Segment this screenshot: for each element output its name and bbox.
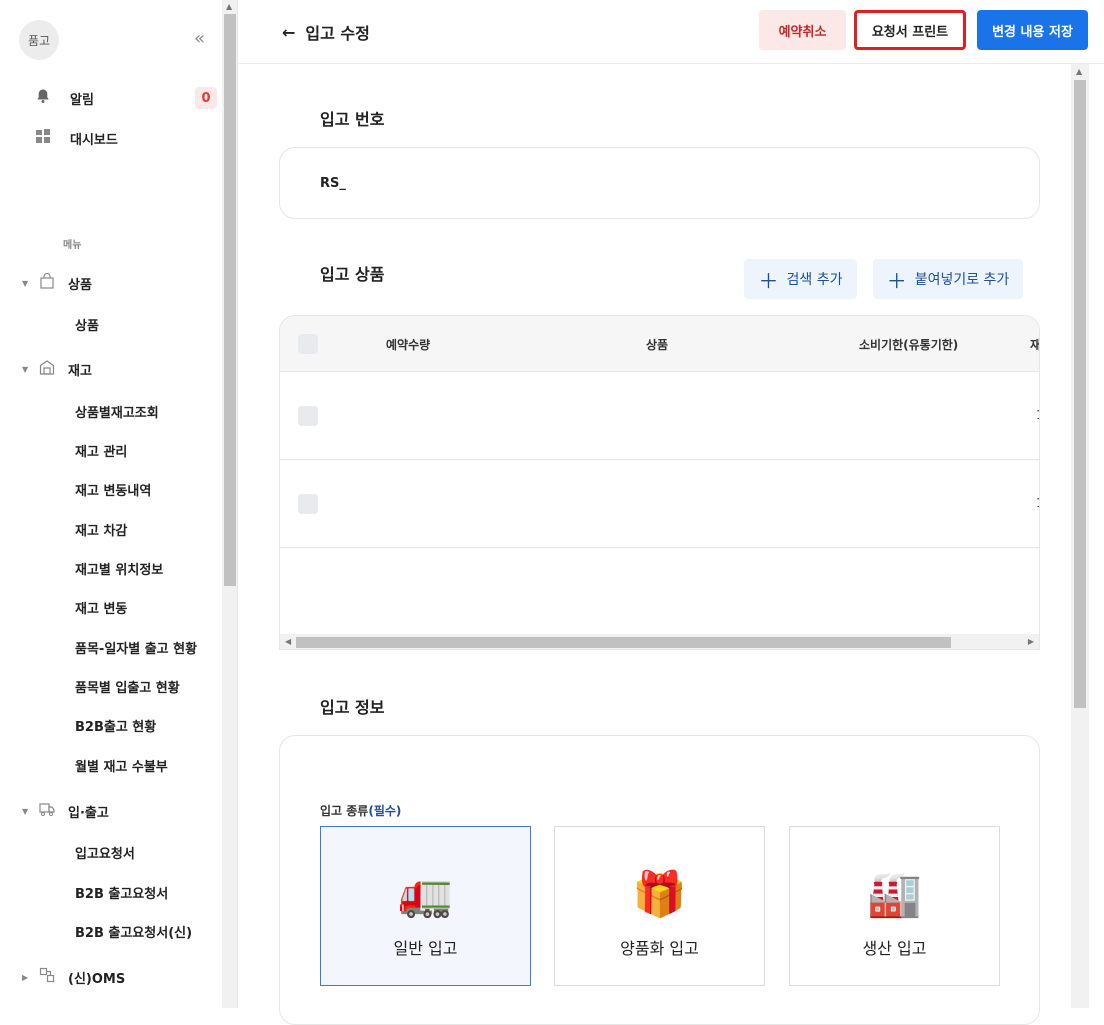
sidebar-group-label: (신)OMS — [68, 971, 126, 987]
scroll-left-arrow-icon[interactable]: ◀ — [285, 637, 291, 646]
sidebar-item-dashboard[interactable]: 대시보드 — [32, 126, 118, 150]
oms-icon — [36, 967, 58, 987]
sidebar-group-oms[interactable]: ▶ (신)OMS — [22, 966, 125, 988]
sidebar-item-alerts[interactable]: 알림 — [32, 86, 94, 110]
inbound-type-normal[interactable]: 🚛 일반 입고 — [320, 826, 531, 986]
shopping-bag-icon — [36, 272, 58, 293]
print-request-button[interactable]: 요청서 프린트 — [854, 10, 966, 50]
truck-icon — [36, 801, 58, 821]
sidebar-item-label: 알림 — [70, 92, 94, 108]
row-checkbox[interactable] — [298, 406, 318, 426]
column-header-reserved-qty[interactable]: 예약수량 — [386, 336, 430, 353]
products-title: 입고 상품 — [320, 265, 385, 284]
row-cut-value: 1 — [1036, 496, 1039, 510]
sidebar-group-inout[interactable]: ▼ 입·출고 — [22, 800, 109, 822]
gift-icon: 🎁 — [632, 869, 687, 920]
sidebar-item-inventory-change[interactable]: 재고 변동 — [75, 598, 127, 617]
warehouse-icon — [36, 359, 58, 379]
sidebar-item-product[interactable]: 상품 — [75, 315, 99, 334]
main-scrollbar-thumb[interactable] — [1074, 80, 1086, 708]
dashboard-icon — [32, 128, 54, 148]
column-header-cut[interactable]: 재 — [1030, 336, 1039, 353]
scroll-right-arrow-icon[interactable]: ▶ — [1028, 637, 1034, 646]
select-all-checkbox[interactable] — [298, 334, 318, 354]
menu-section-title: 메뉴 — [63, 240, 82, 251]
logo[interactable]: 품고 — [19, 20, 59, 60]
scroll-up-arrow-icon[interactable]: ▲ — [1076, 67, 1082, 76]
table-row[interactable]: 1 — [280, 460, 1039, 548]
delivery-truck-icon: 🚛 — [398, 869, 453, 920]
sidebar-item-inventory-management[interactable]: 재고 관리 — [75, 441, 127, 460]
required-marker: (필수) — [368, 804, 402, 818]
sidebar-group-label: 입·출고 — [68, 805, 109, 821]
table-horizontal-scrollbar[interactable]: ◀ ▶ — [280, 634, 1039, 649]
column-header-product[interactable]: 상품 — [646, 336, 668, 353]
add-by-search-button[interactable]: ＋ 검색 추가 — [744, 259, 857, 299]
plus-icon: ＋ — [758, 268, 779, 293]
save-changes-button[interactable]: 변경 내용 저장 — [977, 10, 1088, 50]
caret-down-icon: ▼ — [22, 278, 29, 288]
row-cut-value: 1 — [1036, 408, 1039, 422]
inbound-type-label: 입고 종류(필수) — [320, 802, 401, 819]
inbound-type-label-production: 생산 입고 — [862, 939, 927, 958]
inbound-type-production[interactable]: 🏭 생산 입고 — [789, 826, 1000, 986]
sidebar: 품고 « 알림 0 대시보드 메뉴 ▼ 상품 상품 ▼ 재고 상품별재고조회 재… — [0, 0, 222, 1008]
table-scrollbar-thumb[interactable] — [296, 637, 951, 648]
sidebar-group-label: 상품 — [68, 277, 92, 293]
collapse-sidebar-icon[interactable]: « — [194, 28, 205, 49]
caret-down-icon: ▼ — [22, 806, 29, 816]
sidebar-item-inventory-deduction[interactable]: 재고 차감 — [75, 520, 127, 539]
sidebar-item-inventory-by-product[interactable]: 상품별재고조회 — [75, 402, 159, 421]
sidebar-group-product[interactable]: ▼ 상품 — [22, 272, 92, 294]
scroll-up-arrow-icon[interactable]: ▲ — [226, 2, 232, 11]
receipt-number-value: RS_ — [320, 176, 346, 191]
sidebar-scrollbar[interactable]: ▲ — [222, 0, 238, 1008]
cancel-reservation-button[interactable]: 예약취소 — [759, 10, 846, 50]
back-arrow-icon[interactable]: ← — [282, 23, 295, 42]
plus-icon: ＋ — [886, 268, 907, 293]
inbound-type-label-normal: 일반 입고 — [393, 939, 458, 958]
sidebar-item-daily-outbound[interactable]: 품목-일자별 출고 현황 — [75, 638, 197, 657]
sidebar-group-inventory[interactable]: ▼ 재고 — [22, 358, 92, 380]
add-by-paste-button[interactable]: ＋ 붙여넣기로 추가 — [873, 259, 1023, 299]
back-navigation[interactable]: ← 입고 수정 — [282, 20, 370, 44]
caret-right-icon: ▶ — [22, 972, 29, 982]
add-by-paste-label: 붙여넣기로 추가 — [914, 272, 1010, 288]
page-title: 입고 수정 — [305, 24, 370, 43]
sidebar-item-inventory-history[interactable]: 재고 변동내역 — [75, 480, 151, 499]
inbound-info-title: 입고 정보 — [320, 698, 385, 717]
sidebar-scrollbar-thumb[interactable] — [224, 14, 236, 586]
inbound-type-label-refurbish: 양품화 입고 — [620, 939, 699, 958]
sidebar-item-b2b-outbound-request[interactable]: B2B 출고요청서 — [75, 883, 168, 902]
main-scrollbar[interactable]: ▲ — [1071, 64, 1089, 1008]
column-header-expiry[interactable]: 소비기한(유통기한) — [859, 336, 958, 353]
bell-icon — [32, 88, 54, 108]
receipt-number-card — [279, 147, 1040, 219]
caret-down-icon: ▼ — [22, 364, 29, 374]
table-row[interactable]: 1 — [280, 372, 1039, 460]
sidebar-item-monthly-ledger[interactable]: 월별 재고 수불부 — [75, 756, 168, 775]
alerts-count-badge: 0 — [195, 87, 217, 109]
sidebar-item-inventory-location[interactable]: 재고별 위치정보 — [75, 559, 163, 578]
receipt-number-title: 입고 번호 — [320, 110, 385, 129]
add-by-search-label: 검색 추가 — [786, 272, 843, 288]
sidebar-item-b2b-outbound-status[interactable]: B2B출고 현황 — [75, 716, 156, 735]
sidebar-item-inout-status[interactable]: 품목별 입출고 현황 — [75, 677, 180, 696]
sidebar-item-label: 대시보드 — [70, 132, 118, 148]
products-table: 예약수량 상품 소비기한(유통기한) 재 1 1 ◀ ▶ — [279, 315, 1040, 650]
sidebar-item-b2b-outbound-request-new[interactable]: B2B 출고요청서(신) — [75, 922, 192, 941]
row-checkbox[interactable] — [298, 494, 318, 514]
factory-icon: 🏭 — [867, 869, 922, 920]
inbound-type-refurbish[interactable]: 🎁 양품화 입고 — [554, 826, 765, 986]
table-header: 예약수량 상품 소비기한(유통기한) 재 — [280, 316, 1039, 372]
sidebar-group-label: 재고 — [68, 363, 92, 379]
sidebar-item-inbound-request[interactable]: 입고요청서 — [75, 843, 135, 862]
inbound-type-label-text: 입고 종류 — [320, 804, 369, 818]
